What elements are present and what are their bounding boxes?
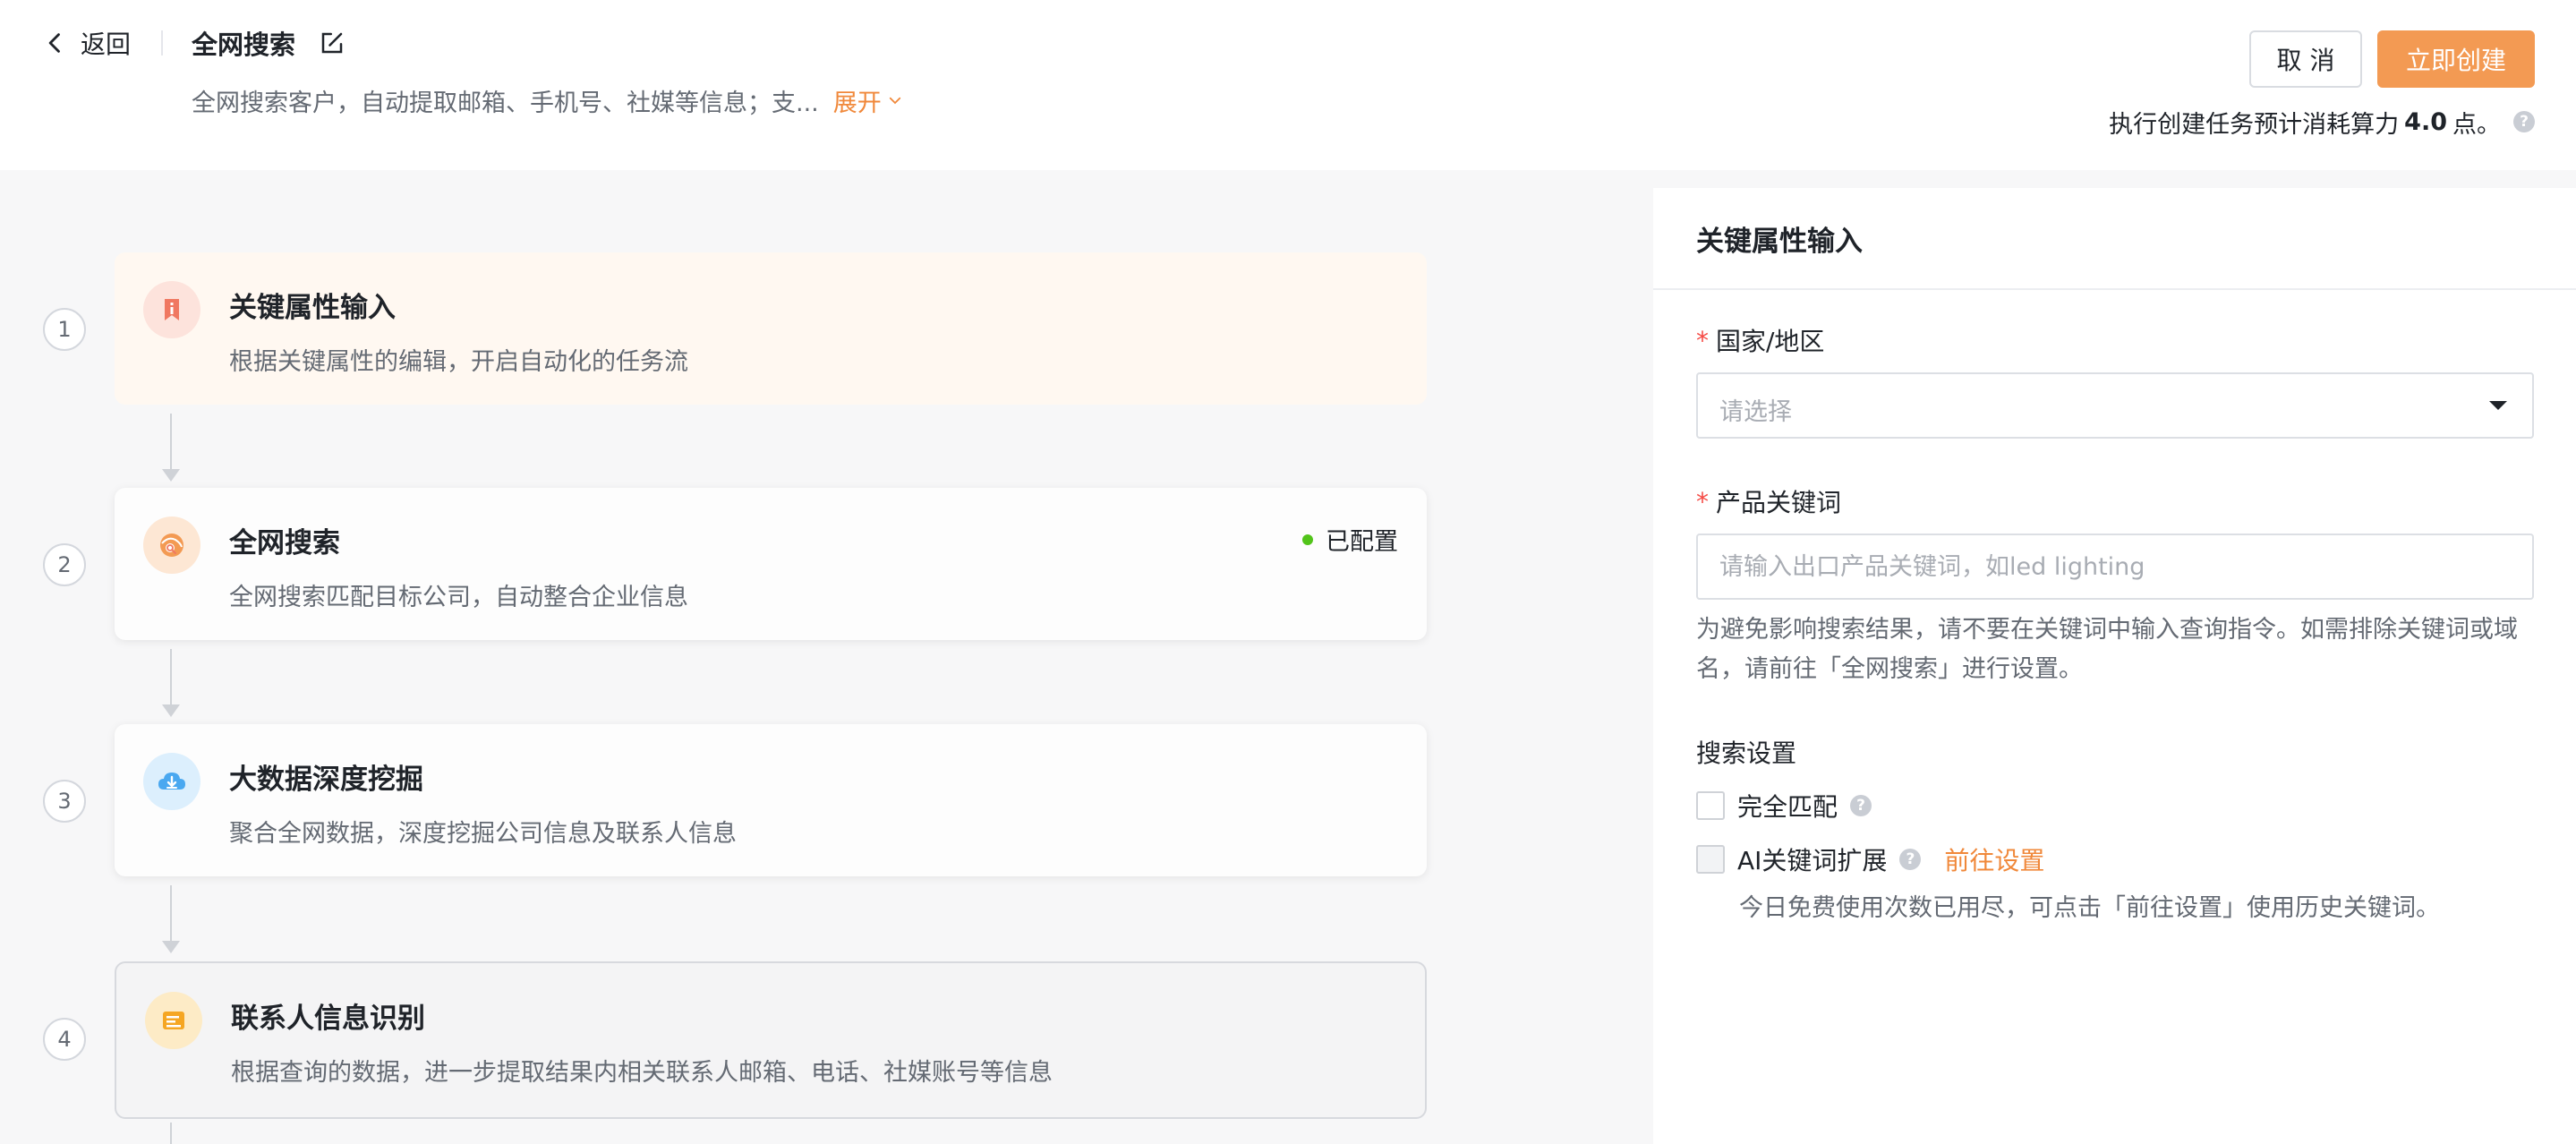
ai-expand-checkbox[interactable] [1696, 845, 1725, 874]
step-title: 全网搜索 [229, 527, 340, 559]
question-icon[interactable]: ? [1899, 849, 1922, 870]
web-search-icon [143, 517, 200, 574]
keyword-label: * 产品关键词 [1696, 483, 1841, 519]
ai-usage-note: 今日免费使用次数已用尽，可点击「前往设置」使用历史关键词。 [1739, 894, 2440, 922]
bookmark-icon [143, 281, 200, 338]
connector-line [170, 885, 172, 948]
step-number-3: 3 [43, 780, 86, 823]
required-mark: * [1696, 486, 1709, 517]
step-description: 根据查询的数据，进一步提取结果内相关联系人邮箱、电话、社媒账号等信息 [231, 1059, 1053, 1087]
country-label: * 国家/地区 [1696, 322, 1824, 358]
connector-line [170, 414, 172, 476]
chevron-down-icon [889, 97, 900, 105]
step-card-contact-recognition[interactable]: 联系人信息识别 根据查询的数据，进一步提取结果内相关联系人邮箱、电话、社媒账号等… [115, 961, 1427, 1119]
chevron-left-icon [48, 33, 60, 53]
connector-line [170, 649, 172, 712]
country-placeholder: 请选择 [1719, 398, 1792, 426]
cost-estimate: 执行创建任务预计消耗算力 4.0 点。 ? [2109, 104, 2535, 140]
config-panel: 关键属性输入 * 国家/地区 请选择 * 产品关键词 为避免影响搜索结果，请不要… [1653, 188, 2576, 1144]
page-title-group: 全网搜索 [192, 25, 345, 61]
exact-match-checkbox[interactable] [1696, 791, 1725, 820]
page-title: 全网搜索 [192, 30, 296, 60]
step-description: 全网搜索匹配目标公司，自动整合企业信息 [229, 584, 688, 611]
step-card-data-mining[interactable]: 大数据深度挖掘 聚合全网数据，深度挖掘公司信息及联系人信息 [115, 724, 1427, 876]
question-icon[interactable]: ? [2513, 111, 2535, 132]
step-description: 根据关键属性的编辑，开启自动化的任务流 [229, 348, 688, 376]
step-number-4: 4 [43, 1018, 86, 1061]
product-keyword-input[interactable] [1696, 534, 2534, 600]
cloud-download-icon [143, 753, 200, 810]
country-select[interactable]: 请选择 [1696, 372, 2534, 439]
ai-expand-label: AI关键词扩展 [1737, 846, 1888, 875]
caret-down-icon [2489, 401, 2507, 410]
exact-match-option: 完全匹配 ? [1696, 788, 1872, 824]
step-title: 大数据深度挖掘 [229, 764, 423, 796]
workflow-steps: 1 关键属性输入 根据关键属性的编辑，开启自动化的任务流 2 全网搜索 全网搜索… [0, 188, 1651, 1144]
connector-arrow [162, 469, 180, 482]
connector-arrow [162, 941, 180, 953]
status-dot [1302, 534, 1313, 545]
status-badge: 已配置 [1302, 522, 1398, 557]
header-divider [161, 30, 163, 55]
connector-arrow [162, 704, 180, 717]
id-card-icon [145, 992, 202, 1049]
cancel-button[interactable]: 取 消 [2249, 30, 2362, 88]
panel-divider [1653, 288, 2576, 290]
exact-match-label: 完全匹配 [1737, 792, 1838, 822]
step-description: 聚合全网数据，深度挖掘公司信息及联系人信息 [229, 820, 737, 848]
top-header: 返回 全网搜索 全网搜索客户，自动提取邮箱、手机号、社媒等信息；支... 展开 … [0, 0, 2576, 170]
cost-prefix: 执行创建任务预计消耗算力 [2109, 110, 2400, 139]
keyword-label-text: 产品关键词 [1716, 488, 1842, 517]
cost-suffix: 点。 [2452, 110, 2501, 139]
step-title: 关键属性输入 [229, 292, 396, 324]
expand-label: 展开 [832, 89, 882, 117]
status-label: 已配置 [1326, 528, 1398, 556]
go-settings-link[interactable]: 前往设置 [1944, 841, 2044, 877]
page-description: 全网搜索客户，自动提取邮箱、手机号、社媒等信息；支... 展开 [192, 82, 903, 118]
description-text: 全网搜索客户，自动提取邮箱、手机号、社媒等信息；支... [192, 89, 819, 117]
ai-expand-option: AI关键词扩展 ? 前往设置 [1696, 841, 2044, 877]
cost-value: 4.0 [2404, 107, 2447, 136]
search-settings-label: 搜索设置 [1696, 738, 1797, 768]
connector-line [170, 1123, 172, 1144]
expand-link[interactable]: 展开 [833, 83, 903, 118]
step-number-2: 2 [43, 543, 86, 586]
step-title: 联系人信息识别 [231, 1003, 425, 1035]
required-mark: * [1696, 325, 1709, 355]
edit-icon[interactable] [319, 30, 345, 56]
country-label-text: 国家/地区 [1716, 327, 1825, 356]
question-icon[interactable]: ? [1850, 795, 1872, 816]
create-now-button[interactable]: 立即创建 [2377, 30, 2535, 88]
keyword-hint: 为避免影响搜索结果，请不要在关键词中输入查询指令。如需排除关键词或域名，请前往「… [1696, 616, 2518, 683]
panel-title: 关键属性输入 [1696, 226, 1863, 258]
step-card-key-attributes[interactable]: 关键属性输入 根据关键属性的编辑，开启自动化的任务流 [115, 252, 1427, 405]
step-number-1: 1 [43, 308, 86, 351]
back-button[interactable]: 返回 [43, 25, 131, 61]
step-card-web-search[interactable]: 全网搜索 全网搜索匹配目标公司，自动整合企业信息 已配置 [115, 488, 1427, 640]
back-label: 返回 [81, 30, 132, 59]
